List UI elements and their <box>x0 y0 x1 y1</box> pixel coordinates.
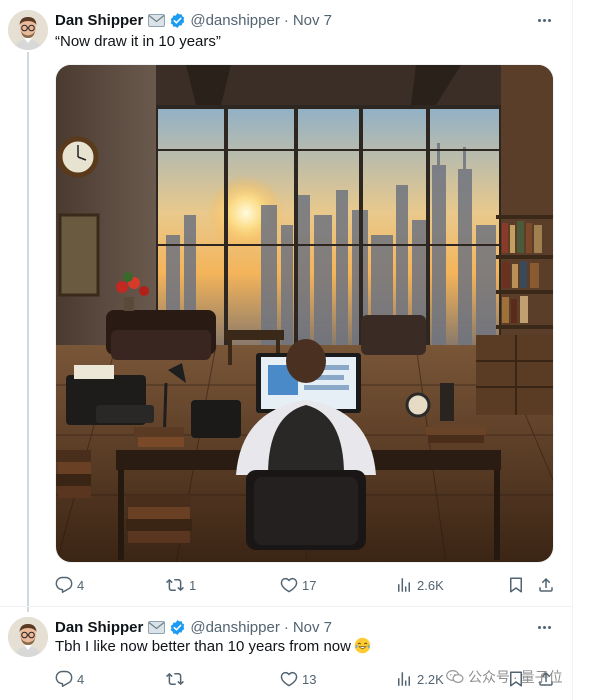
tweet-header: Dan Shipper @danshipper · Nov 7 <box>55 10 332 30</box>
repost-icon <box>166 578 184 592</box>
watermark-right-text: 量子位 <box>520 669 563 685</box>
mail-icon <box>148 620 166 634</box>
mail-icon <box>148 13 166 27</box>
tweet-text: Tbh I like now better than 10 years from… <box>55 638 351 655</box>
tweet-date[interactable]: Nov 7 <box>293 619 332 636</box>
views-button[interactable]: 2.2K <box>395 669 444 689</box>
avatar[interactable] <box>8 617 48 657</box>
verified-badge-icon[interactable] <box>169 12 186 29</box>
views-count: 2.2K <box>417 671 444 687</box>
repost-button[interactable]: 1 <box>165 575 196 595</box>
watermark-separator: · <box>513 669 518 685</box>
like-icon <box>280 671 298 687</box>
reply-icon <box>55 576 73 594</box>
share-button[interactable] <box>537 575 555 595</box>
reply-icon <box>55 670 73 688</box>
more-icon[interactable] <box>534 10 554 30</box>
views-count: 2.6K <box>417 577 444 593</box>
bookmark-button[interactable] <box>507 575 525 595</box>
tweet-header: Dan Shipper @danshipper · Nov 7 <box>55 617 332 637</box>
views-icon <box>398 578 410 592</box>
author-name[interactable]: Dan Shipper <box>55 619 143 636</box>
repost-count: 1 <box>189 577 197 593</box>
watermark-left-text: 公众号 <box>468 669 510 685</box>
watermark: 公众号 · 量子位 <box>446 665 563 689</box>
repost-button[interactable] <box>165 669 189 689</box>
like-count: 17 <box>302 577 317 593</box>
like-button[interactable]: 13 <box>280 669 316 689</box>
views-button[interactable]: 2.6K <box>395 575 444 595</box>
tweet-text-container: Tbh I like now better than 10 years from… <box>55 637 371 657</box>
repost-icon <box>166 672 184 686</box>
views-icon <box>398 672 410 686</box>
tweet[interactable]: Dan Shipper @danshipper · Nov 7 “Now dra… <box>0 0 572 606</box>
reply-button[interactable]: 4 <box>55 575 84 595</box>
reply-button[interactable]: 4 <box>55 669 84 689</box>
bookmark-icon <box>510 577 522 593</box>
like-button[interactable]: 17 <box>280 575 316 595</box>
avatar[interactable] <box>8 10 48 50</box>
separator-dot: · <box>283 618 289 636</box>
author-name[interactable]: Dan Shipper <box>55 12 143 29</box>
tweet-date[interactable]: Nov 7 <box>293 12 332 29</box>
author-handle[interactable]: @danshipper <box>190 12 279 29</box>
tweet-text: “Now draw it in 10 years” <box>55 33 221 50</box>
verified-badge-icon[interactable] <box>169 619 186 636</box>
tweet-image[interactable] <box>55 64 554 563</box>
like-icon <box>280 577 298 593</box>
share-icon <box>539 577 553 592</box>
more-icon[interactable] <box>534 617 554 637</box>
tweet-actions: 4 1 17 2.6K <box>55 575 563 595</box>
like-count: 13 <box>302 671 317 687</box>
reply-count: 4 <box>77 671 85 687</box>
reply-count: 4 <box>77 577 85 593</box>
wechat-icon <box>446 670 464 683</box>
separator-dot: · <box>283 11 289 29</box>
timeline-border <box>572 0 573 700</box>
tears-of-joy-emoji-icon <box>354 637 371 654</box>
author-handle[interactable]: @danshipper <box>190 619 279 636</box>
